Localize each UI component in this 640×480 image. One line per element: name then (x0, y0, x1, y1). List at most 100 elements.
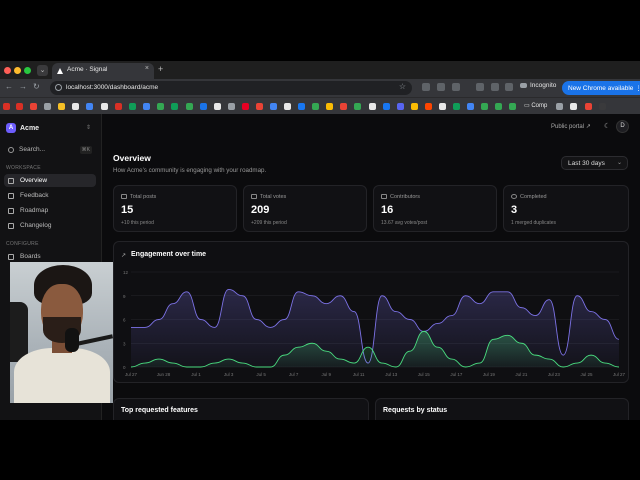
bookmark-icon[interactable] (509, 103, 516, 110)
bookmark-icon[interactable] (256, 103, 263, 110)
bookmark-icon[interactable] (599, 103, 606, 110)
x-tick-label: Jul 1 (191, 372, 201, 377)
bookmark-icon[interactable] (326, 103, 333, 110)
workspace-switcher[interactable]: A Acme (6, 123, 39, 133)
bookmark-icon[interactable] (397, 103, 404, 110)
bookmark-icon[interactable] (58, 103, 65, 110)
theme-toggle-moon-icon[interactable]: ☾ (604, 122, 610, 130)
date-range-select[interactable]: Last 30 days ⌄ (561, 156, 628, 170)
x-tick-label: Jul 27 (125, 372, 138, 377)
chrome-update-button[interactable]: New Chrome available ⋮ (562, 81, 640, 95)
bookmark-icon[interactable] (186, 103, 193, 110)
bookmark-icon[interactable] (439, 103, 446, 110)
stat-value: 16 (381, 204, 394, 216)
stat-card-total-votes: Total votes 209 +209 this period (243, 185, 367, 232)
x-tick-label: Jul 5 (256, 372, 266, 377)
bookmark-icon[interactable] (312, 103, 319, 110)
bookmark-icon[interactable] (425, 103, 432, 110)
y-tick-label: 6 (123, 318, 126, 323)
extension-icon[interactable] (491, 83, 499, 91)
bookmark-icon[interactable] (570, 103, 577, 110)
bookmark-youtube-icon[interactable] (115, 103, 122, 110)
public-portal-link[interactable]: Public portal ↗ (551, 123, 591, 130)
bookmark-icon[interactable] (495, 103, 502, 110)
stat-label: Total posts (130, 194, 157, 200)
bookmark-icon[interactable] (284, 103, 291, 110)
feedback-icon (8, 192, 14, 199)
tab-search-icon[interactable]: ⌄ (37, 65, 48, 76)
search-shortcut: ⌘K (79, 146, 92, 154)
bookmark-icon[interactable] (30, 103, 37, 110)
bookmark-icon[interactable] (228, 103, 235, 110)
sidebar-item-feedback[interactable]: Feedback (4, 189, 96, 202)
engagement-chart: 12 9 6 3 0 Jul 27 Jun 28 Jul 1 Jul 3 Jul 5 Jul 7 Ju… (123, 270, 625, 377)
bookmark-icon[interactable] (270, 103, 277, 110)
boards-icon (8, 253, 14, 260)
bookmark-icon[interactable] (298, 103, 305, 110)
side-panel-icon[interactable] (505, 83, 513, 91)
section-label-workspace: WORKSPACE (6, 165, 41, 171)
bookmark-icon[interactable] (481, 103, 488, 110)
workspace-logo: A (6, 123, 16, 133)
bookmark-icon[interactable] (72, 103, 79, 110)
bookmark-icon[interactable] (86, 103, 93, 110)
stat-value: 3 (511, 204, 518, 216)
bookmark-icon[interactable] (340, 103, 347, 110)
bookmark-github-icon[interactable] (369, 103, 376, 110)
x-tick-label: Jul 9 (321, 372, 331, 377)
bookmark-icon[interactable] (143, 103, 150, 110)
x-tick-label: Jul 3 (224, 372, 234, 377)
sidebar-item-overview[interactable]: Overview (4, 174, 96, 187)
favicon-icon (57, 68, 63, 74)
stat-value: 15 (121, 204, 134, 216)
sidebar-item-label: Roadmap (20, 207, 49, 214)
chevron-updown-icon[interactable]: ⇕ (86, 124, 91, 131)
back-icon[interactable]: ← (5, 82, 13, 91)
chevron-down-icon: ⌄ (616, 160, 622, 166)
sidebar-item-label: Feedback (20, 192, 49, 199)
bookmark-icon[interactable] (44, 103, 51, 110)
bookmark-icon[interactable] (157, 103, 164, 110)
bookmark-star-icon[interactable]: ☆ (399, 82, 406, 91)
forward-icon[interactable]: → (19, 82, 27, 91)
tab-strip: ⌄ Acme · Signal × + (0, 61, 640, 79)
bookmark-icon[interactable] (171, 103, 178, 110)
extension-icon[interactable] (422, 83, 430, 91)
bookmark-icon[interactable] (453, 103, 460, 110)
maximize-window-dot[interactable] (24, 67, 31, 74)
bookmark-icon[interactable] (200, 103, 207, 110)
extension-icon[interactable] (437, 83, 445, 91)
new-tab-icon[interactable]: + (158, 64, 163, 74)
extensions-puzzle-icon[interactable] (452, 83, 460, 91)
bookmark-icon[interactable] (214, 103, 221, 110)
bookmark-icon[interactable] (585, 103, 592, 110)
bookmark-folder[interactable]: ▭ Comp (524, 102, 547, 109)
bookmark-icon[interactable] (101, 103, 108, 110)
sidebar-item-changelog[interactable]: Changelog (4, 219, 96, 232)
bookmark-pinterest-icon[interactable] (242, 103, 249, 110)
bookmark-icon[interactable] (467, 103, 474, 110)
site-info-icon[interactable] (55, 84, 62, 91)
minimize-window-dot[interactable] (14, 67, 21, 74)
bookmark-facebook-icon[interactable] (383, 103, 390, 110)
posts-icon (121, 194, 127, 199)
browser-tab[interactable]: Acme · Signal × (52, 63, 154, 79)
page-title: Overview (113, 153, 151, 163)
sidebar-item-roadmap[interactable]: Roadmap (4, 204, 96, 217)
bookmark-gmail-icon[interactable] (16, 103, 23, 110)
x-tick-label: Jul 17 (450, 372, 463, 377)
user-avatar[interactable]: D (616, 120, 629, 133)
address-bar[interactable]: localhost:3000/dashboard/acme ☆ (50, 81, 412, 95)
bookmark-gmail-icon[interactable] (3, 103, 10, 110)
sidebar-search[interactable]: Search... ⌘K (4, 143, 96, 156)
extension-icon[interactable] (476, 83, 484, 91)
incognito-indicator[interactable]: Incognito (520, 82, 556, 89)
bookmark-icon[interactable] (556, 103, 563, 110)
bookmark-icon[interactable] (354, 103, 361, 110)
bookmark-icon[interactable] (129, 103, 136, 110)
close-window-dot[interactable] (4, 67, 11, 74)
tab-close-icon[interactable]: × (145, 65, 149, 72)
bookmark-icon[interactable] (411, 103, 418, 110)
reload-icon[interactable]: ↻ (33, 82, 40, 91)
webcam-person-shirt (14, 348, 110, 403)
